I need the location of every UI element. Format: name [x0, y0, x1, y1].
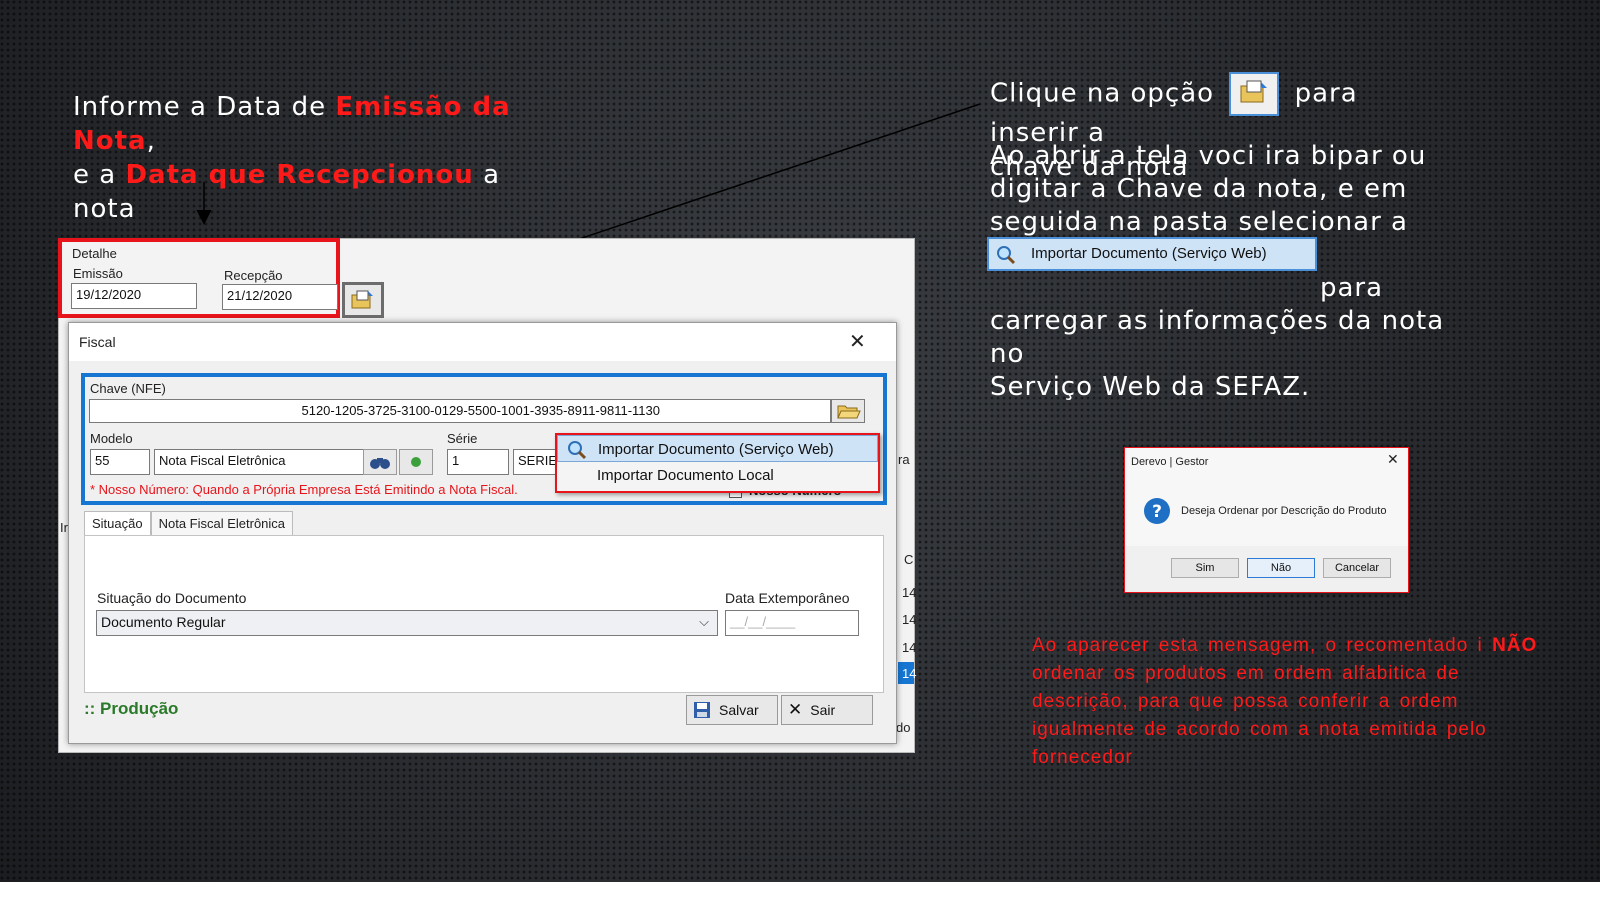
chave-nfe-input[interactable]: 5120-1205-3725-3100-0129-5500-1001-3935-… — [89, 399, 831, 423]
serie-field[interactable]: 1 — [447, 449, 509, 475]
menu-item-label: Importar Documento (Serviço Web) — [598, 441, 834, 458]
fiscal-titlebar: Fiscal ✕ — [69, 323, 896, 361]
warning-text: Ao aparecer esta mensagem, o recomentado… — [1032, 635, 1483, 656]
nosso-numero-note: * Nosso Número: Quando a Própria Empresa… — [90, 482, 518, 497]
warning-message: Ao aparecer esta mensagem, o recomentado… — [1032, 632, 1542, 772]
nao-button[interactable]: Não — [1247, 558, 1315, 578]
close-icon[interactable]: ✕ — [1387, 452, 1399, 468]
import-popup-menu: Importar Documento (Serviço Web) Importa… — [555, 433, 880, 493]
detalhe-group: Detalhe Emissão 19/12/2020 Recepção 21/1… — [58, 238, 340, 318]
instruction-text: Serviço Web da SEFAZ. — [990, 372, 1311, 402]
emissao-label: Emissão — [73, 266, 123, 281]
tab-nota-fiscal-eletronica[interactable]: Nota Fiscal Eletrônica — [150, 511, 294, 535]
magnifier-icon — [997, 246, 1016, 265]
close-icon[interactable]: ✕ — [849, 329, 866, 353]
situacao-select[interactable]: Documento Regular ⌵ — [96, 610, 718, 636]
salvar-label: Salvar — [719, 702, 759, 718]
import-web-option-sample: Importar Documento (Serviço Web) — [987, 237, 1317, 271]
tab-bar: Situação Nota Fiscal Eletrônica — [84, 511, 294, 535]
recepcao-date-field[interactable]: 21/12/2020 — [222, 284, 338, 310]
confirm-dialog: Derevo | Gestor ✕ ? Deseja Ordenar por D… — [1124, 447, 1409, 593]
sair-button[interactable]: ✕ Sair — [781, 695, 873, 725]
serie-label: Série — [447, 431, 478, 446]
detalhe-label: Detalhe — [72, 246, 117, 261]
environment-label: :: Produção — [84, 699, 179, 718]
fragment-text: 14 — [902, 612, 917, 627]
warning-bold: NÃO — [1492, 635, 1538, 656]
instruction-text: Clique na opção — [990, 78, 1215, 109]
dialog-button-bar: Sim Não Cancelar — [1125, 546, 1408, 592]
magnifier-icon — [568, 441, 587, 460]
question-icon: ? — [1144, 498, 1170, 524]
tab-panel-situacao: Situação do Documento Documento Regular … — [84, 535, 884, 693]
fiscal-dialog: Fiscal ✕ Chave (NFE) 5120-1205-3725-3100… — [68, 322, 897, 744]
chevron-down-icon: ⌵ — [699, 614, 709, 629]
import-key-button[interactable] — [342, 282, 384, 318]
bottom-strip — [0, 882, 1600, 901]
tabs-area: Situação Nota Fiscal Eletrônica Situação… — [84, 511, 884, 693]
folder-import-icon — [1229, 72, 1280, 116]
tab-situacao[interactable]: Situação — [84, 511, 151, 535]
dialog-message: Deseja Ordenar por Descrição do Produto — [1181, 505, 1387, 517]
folder-open-button[interactable] — [831, 399, 865, 423]
fiscal-title: Fiscal — [79, 334, 116, 350]
folder-import-icon — [351, 290, 373, 309]
extemporaneo-date-field[interactable]: __/__/____ — [725, 610, 859, 636]
sair-label: Sair — [810, 702, 836, 718]
menu-item-label: Importar Documento Local — [597, 467, 774, 484]
sim-button[interactable]: Sim — [1171, 558, 1239, 578]
modelo-code-field[interactable]: 55 — [90, 449, 150, 475]
emissao-date-field[interactable]: 19/12/2020 — [71, 283, 197, 309]
chave-label: Chave (NFE) — [90, 381, 166, 396]
plus-icon — [411, 457, 421, 467]
warning-text: ordenar os produtos em ordem alfabitica … — [1032, 663, 1487, 768]
svg-text:?: ? — [1152, 502, 1162, 522]
modelo-desc-field: Nota Fiscal Eletrônica — [154, 449, 364, 475]
salvar-button[interactable]: Salvar — [686, 695, 778, 725]
fragment-text: do — [896, 720, 911, 735]
dialog-title: Derevo | Gestor — [1131, 456, 1209, 468]
recepcao-label: Recepção — [224, 268, 283, 283]
situacao-label: Situação do Documento — [97, 590, 247, 606]
extemporaneo-label: Data Extemporâneo — [725, 590, 850, 606]
situacao-selected-value: Documento Regular — [101, 614, 226, 630]
fragment-text: 14 — [902, 666, 917, 681]
instruction-open-screen: Ao abrir a tela voci ira bipar ou digita… — [990, 140, 1460, 404]
close-icon: ✕ — [788, 700, 803, 719]
fragment-text: ra — [898, 452, 910, 467]
ribbon-item-label: Importar Documento (Serviço Web) — [1031, 245, 1267, 262]
save-icon — [694, 702, 710, 718]
fragment-text: Ir — [60, 520, 68, 535]
modelo-label: Modelo — [90, 431, 133, 446]
menu-item-import-web[interactable]: Importar Documento (Serviço Web) — [557, 435, 878, 462]
fragment-text: 14 — [902, 640, 917, 655]
instruction-text: para carregar as informações da nota no — [990, 273, 1445, 369]
folder-open-icon — [837, 405, 861, 419]
fragment-text: C — [904, 552, 914, 567]
fragment-text: 14 — [902, 585, 917, 600]
binoculars-button[interactable] — [363, 449, 397, 475]
cancelar-button[interactable]: Cancelar — [1323, 558, 1391, 578]
selected-row-fragment: 14 — [898, 662, 917, 684]
binoculars-icon — [370, 458, 390, 469]
menu-item-import-local[interactable]: Importar Documento Local — [557, 462, 878, 489]
add-button[interactable] — [399, 449, 433, 475]
